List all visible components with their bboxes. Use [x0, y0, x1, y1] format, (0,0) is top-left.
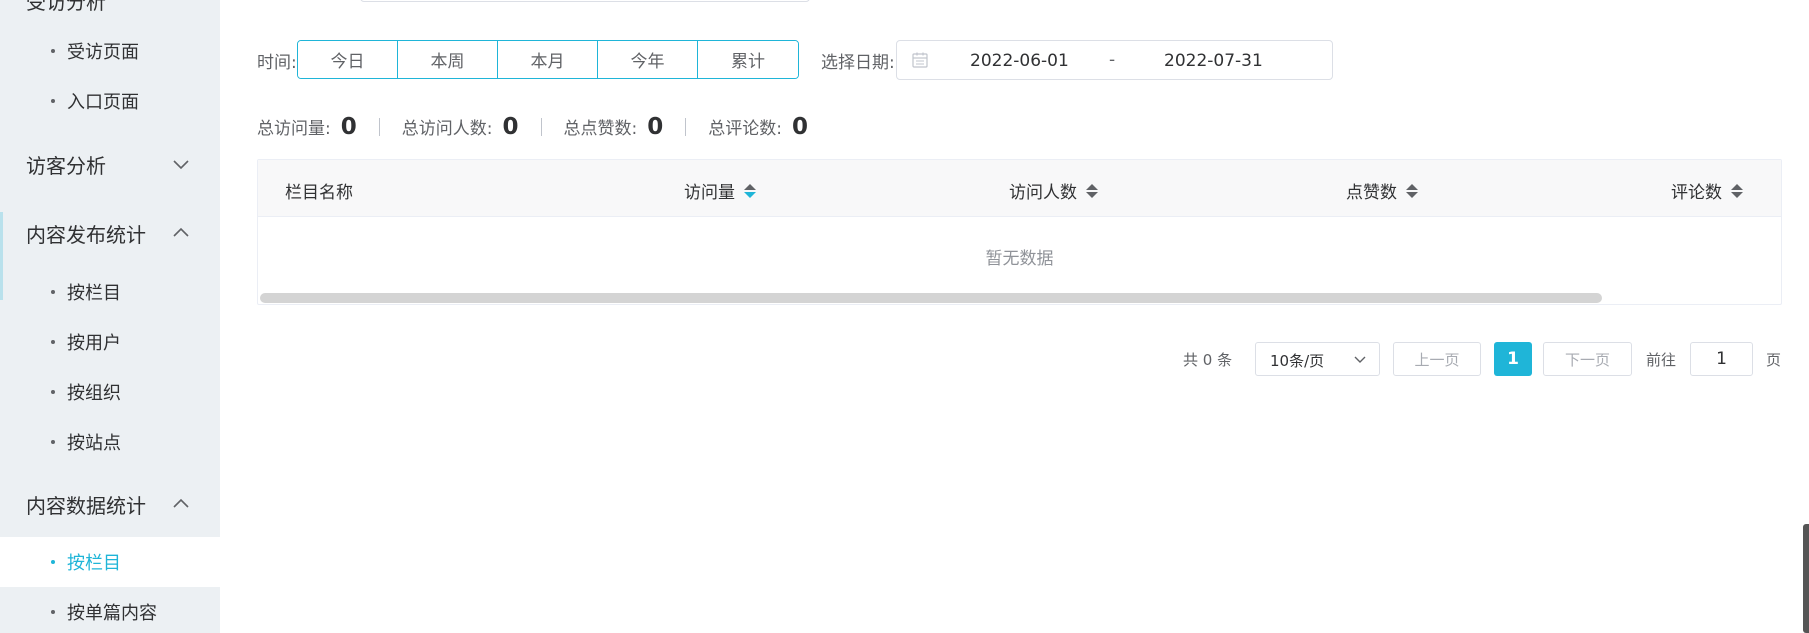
- calendar-icon: [911, 51, 929, 69]
- page-size-select[interactable]: 10条/页: [1255, 342, 1380, 376]
- pagination: 共 0 条 10条/页 上一页 1 下一页 前往 页: [0, 342, 1809, 378]
- time-filter-label: 时间:: [257, 53, 297, 73]
- sort-icon[interactable]: [1730, 182, 1744, 200]
- column-header-label: 栏目名称: [285, 183, 353, 203]
- pagination-total: 共 0 条: [1183, 351, 1233, 369]
- column-header-label: 评论数: [1671, 183, 1722, 203]
- stat-total-visitors: 总访问人数: 0: [402, 114, 519, 140]
- divider: [540, 118, 542, 136]
- table-header: 栏目名称 访问量 访问人数 点赞数 评论数: [258, 160, 1781, 217]
- goto-page-input[interactable]: [1690, 342, 1753, 376]
- page-number-current[interactable]: 1: [1494, 342, 1532, 376]
- sidebar-item-label: 按站点: [67, 433, 121, 454]
- column-header-label: 访问人数: [1009, 183, 1077, 203]
- sidebar-item-visited-pages[interactable]: 受访页面: [0, 26, 220, 76]
- date-end-input[interactable]: 2022-07-31: [1164, 51, 1263, 71]
- sidebar-item-data-by-article[interactable]: 按单篇内容: [0, 587, 220, 633]
- stats-summary: 总访问量: 0 总访问人数: 0 总点赞数: 0 总评论数: 0: [257, 112, 808, 142]
- sidebar-group-visitor-analysis[interactable]: 访客分析: [0, 132, 220, 196]
- stat-label: 总点赞数:: [563, 119, 638, 139]
- stat-value: 0: [502, 114, 519, 140]
- time-year-button[interactable]: 今年: [598, 41, 698, 78]
- page-unit-label: 页: [1766, 351, 1782, 369]
- horizontal-scrollbar[interactable]: [260, 293, 1602, 303]
- chevron-down-icon: [171, 154, 191, 174]
- sidebar-item-entry-pages[interactable]: 入口页面: [0, 76, 220, 126]
- next-page-button[interactable]: 下一页: [1543, 342, 1632, 376]
- chevron-up-icon: [171, 494, 191, 514]
- column-header-comments[interactable]: 评论数: [1671, 178, 1744, 203]
- bullet-icon: [51, 610, 55, 614]
- sidebar-item-label: 受访页面: [67, 42, 139, 63]
- sidebar-item-publish-by-column[interactable]: 按栏目: [0, 267, 220, 317]
- time-month-button[interactable]: 本月: [498, 41, 598, 78]
- stat-label: 总访问量:: [257, 119, 331, 139]
- sidebar-group-content-data[interactable]: 内容数据统计: [0, 472, 220, 536]
- stat-value: 0: [340, 114, 357, 140]
- divider: [685, 118, 687, 136]
- date-separator: -: [1109, 50, 1116, 70]
- sidebar-group-visited-analysis[interactable]: 受访分析: [26, 0, 106, 15]
- bullet-icon: [51, 390, 55, 394]
- date-range-picker[interactable]: 2022-06-01 - 2022-07-31: [896, 40, 1333, 80]
- sidebar-item-label: 入口页面: [67, 92, 139, 113]
- time-week-button[interactable]: 本周: [398, 41, 498, 78]
- bullet-icon: [51, 49, 55, 53]
- column-header-label: 点赞数: [1346, 183, 1397, 203]
- date-start-input[interactable]: 2022-06-01: [970, 51, 1069, 71]
- stat-label: 总访问人数:: [401, 119, 493, 139]
- stat-label: 总评论数:: [708, 119, 782, 139]
- column-header-likes[interactable]: 点赞数: [1346, 178, 1419, 203]
- sidebar-group-content-publish[interactable]: 内容发布统计: [0, 201, 220, 265]
- vertical-scrollbar[interactable]: [1803, 524, 1809, 633]
- table-empty-text: 暂无数据: [985, 248, 1054, 269]
- column-header-visits[interactable]: 访问量: [684, 178, 757, 203]
- sidebar-item-label: 按组织: [67, 383, 121, 404]
- time-range-button-group: 今日 本周 本月 今年 累计: [297, 40, 799, 79]
- data-table: 栏目名称 访问量 访问人数 点赞数 评论数 暂无数据: [257, 159, 1782, 305]
- sidebar-item-data-by-column[interactable]: 按栏目: [0, 537, 220, 587]
- time-today-button[interactable]: 今日: [298, 41, 398, 78]
- stat-total-comments: 总评论数: 0: [708, 114, 808, 140]
- divider: [378, 118, 380, 136]
- sidebar: 受访分析 受访页面 入口页面 访客分析 内容发布统计 按栏目 按用户 按组织 按…: [0, 0, 220, 633]
- bullet-icon: [51, 290, 55, 294]
- sidebar-item-label: 按栏目: [67, 283, 121, 304]
- bullet-icon: [51, 560, 55, 564]
- bullet-icon: [51, 99, 55, 103]
- chevron-down-icon: [1353, 352, 1367, 366]
- stat-value: 0: [791, 114, 808, 140]
- sort-icon[interactable]: [1405, 182, 1419, 200]
- sidebar-item-label: 按单篇内容: [67, 603, 157, 624]
- sidebar-item-label: 按栏目: [67, 553, 121, 574]
- stat-value: 0: [647, 114, 664, 140]
- bullet-icon: [51, 440, 55, 444]
- date-range-label: 选择日期:: [821, 53, 895, 73]
- sort-icon[interactable]: [743, 182, 757, 200]
- stat-total-likes: 总点赞数: 0: [564, 114, 664, 140]
- sidebar-group-label: 内容数据统计: [26, 493, 146, 518]
- column-header-label: 访问量: [684, 183, 735, 203]
- top-search-input[interactable]: [360, 0, 810, 2]
- chevron-up-icon: [171, 223, 191, 243]
- column-header-name: 栏目名称: [285, 178, 353, 203]
- column-header-visitors[interactable]: 访问人数: [1009, 178, 1099, 203]
- prev-page-button[interactable]: 上一页: [1393, 342, 1481, 376]
- page-size-value: 10条/页: [1270, 352, 1325, 370]
- time-cumulative-button[interactable]: 累计: [698, 41, 798, 78]
- goto-label: 前往: [1646, 351, 1677, 369]
- sidebar-item-publish-by-site[interactable]: 按站点: [0, 417, 220, 467]
- sidebar-group-label: 访客分析: [26, 153, 106, 178]
- sidebar-group-label: 内容发布统计: [26, 222, 146, 247]
- sort-icon[interactable]: [1085, 182, 1099, 200]
- stat-total-visits: 总访问量: 0: [257, 114, 357, 140]
